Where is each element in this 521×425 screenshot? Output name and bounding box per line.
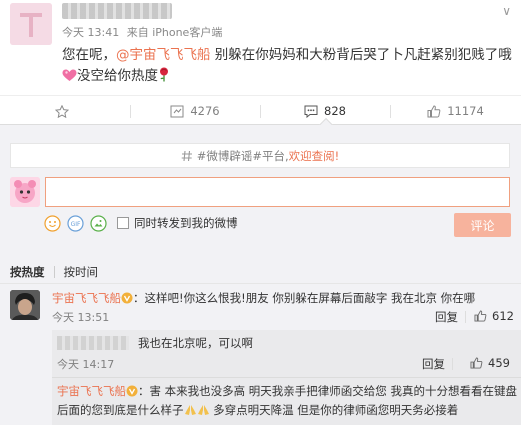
sort-by-hot-tab[interactable]: 按热度 [10,264,45,280]
post-author-avatar[interactable] [10,3,52,45]
comment-count: 828 [324,104,346,118]
post-text-suffix: 没空给你热度 [77,68,158,84]
rose-emoji-icon [158,67,173,82]
reply-divider [52,377,521,378]
svg-text:GIF: GIF [71,221,81,228]
image-upload-icon[interactable] [90,214,107,232]
repost-button[interactable]: 4276 [130,96,260,126]
like-button[interactable]: 11174 [390,96,521,126]
post-action-bar: 4276 828 11174 [0,95,521,133]
thumbs-up-icon [474,310,487,322]
reply-text: 我也在北京呢，可以啊 [138,336,253,350]
reply-author-name[interactable]: 宇宙飞飞飞船 [57,384,126,398]
reply-like-count: 459 [488,356,510,370]
post-author-name-blurred[interactable] [62,3,172,19]
star-icon [55,104,69,118]
comment-panel: #微博辟谣#平台, 欢迎查阅! GIF 同时转发到我的微博 评论 按热度 按时间… [0,125,521,425]
comment-icon [304,105,318,118]
repost-count: 4276 [190,104,220,118]
repost-icon [170,105,184,117]
gif-icon[interactable]: GIF [67,214,84,232]
reply-reply-button[interactable]: 回复 [422,356,445,372]
comment-text: ：这样吧!你这么恨我!朋友 你别躲在屏幕后面敲字 我在北京 你在哪 [133,291,476,305]
reply-text-part2: 多穿点明天降温 但是你的律师函您明天务必接着 [209,403,459,417]
verified-badge-icon [126,384,138,397]
post-text: 您在呢，@宇宙飞飞飞船 别躲在你妈妈和大粉背后哭了卜凡赶紧别犯贱了哦没空给你热度 [62,45,514,87]
post-meta: 今天 13:41 来自 iPhone客户端 [62,24,226,40]
thumbs-up-icon [427,104,441,117]
post-mention-link[interactable]: @宇宙飞飞飞船 [116,47,211,63]
submit-comment-button[interactable]: 评论 [454,213,511,237]
reply-author-blurred[interactable] [57,336,129,350]
pray-emoji-icon [197,403,210,415]
thumbs-up-icon [470,357,483,369]
post-source: 来自 iPhone客户端 [126,26,223,39]
rumor-notice-banner[interactable]: #微博辟谣#平台, 欢迎查阅! [10,143,510,168]
pray-emoji-icon [184,403,197,415]
meta-divider [452,358,453,370]
reply-time: 今天 14:17 [57,358,115,371]
comment-reply-button[interactable]: 回复 [435,309,458,325]
comment-sort-bar: 按热度 按时间 [0,260,521,284]
heart-emoji-icon [62,68,77,81]
weibo-post: ∨ 今天 13:41 来自 iPhone客户端 您在呢，@宇宙飞飞飞船 别躲在你… [0,0,521,92]
sort-divider [53,265,55,278]
reply-like-button[interactable]: 459 [470,356,510,370]
chevron-down-icon[interactable]: ∨ [502,4,511,18]
emoji-picker-icon[interactable] [44,214,61,232]
post-text-body: 别躲在你妈妈和大粉背后哭了卜凡赶紧别犯贱了哦 [210,47,512,63]
reply-thread: 我也在北京呢，可以啊 今天 14:17 回复 459 宇宙飞飞飞船 ：害 本来我也… [52,330,521,425]
sort-by-time-tab[interactable]: 按时间 [64,264,99,280]
post-text-prefix: 您在呢， [62,47,116,63]
favorite-button[interactable] [0,96,130,126]
repost-checkbox[interactable] [117,217,129,229]
comment-time: 今天 13:51 [52,311,110,324]
hashtag-icon [181,150,193,162]
comment-like-count: 612 [492,309,514,323]
commenter-avatar[interactable] [10,290,40,320]
comment-item: 宇宙飞飞飞船 ：这样吧!你这么恨我!朋友 你别躲在屏幕后面敲字 我在北京 你在哪 [52,289,512,307]
commenter-name[interactable]: 宇宙飞飞飞船 [52,291,121,305]
verified-badge-icon [121,291,133,304]
post-time[interactable]: 今天 13:41 [62,26,119,39]
notice-link[interactable]: 欢迎查阅! [289,148,340,164]
comment-input[interactable] [45,177,510,207]
meta-divider [465,311,466,323]
reply-item: 宇宙飞飞飞船 ：害 本来我也没多高 明天我亲手把律师函交给您 我真的十分想看看在键… [57,382,517,420]
like-count: 11174 [447,104,484,118]
repost-checkbox-label[interactable]: 同时转发到我的微博 [134,215,238,231]
composer-toolbar: GIF 同时转发到我的微博 [44,213,238,233]
current-user-avatar [10,177,40,207]
comment-like-button[interactable]: 612 [474,309,514,323]
notice-text: #微博辟谣#平台, [196,148,289,163]
